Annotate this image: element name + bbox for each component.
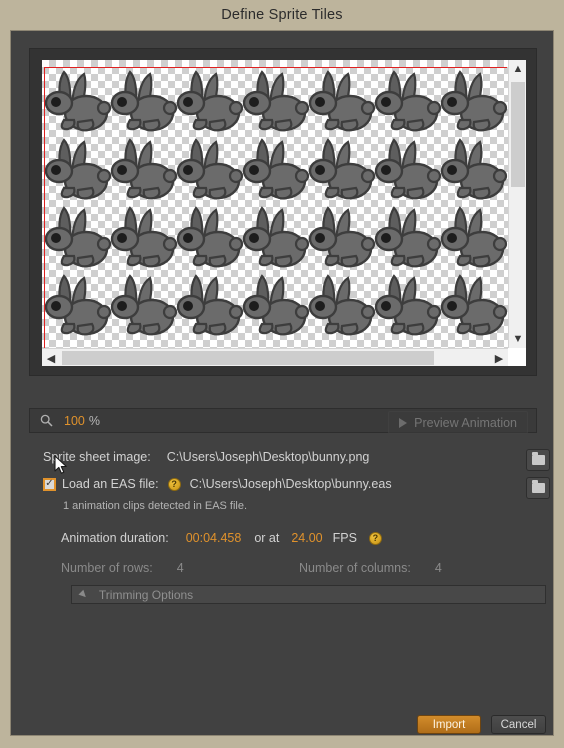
dialog-titlebar: Define Sprite Tiles [0, 0, 564, 30]
browse-sprite-sheet-button[interactable] [526, 449, 550, 471]
eas-help-icon[interactable]: ? [167, 477, 181, 491]
or-at-label: or at [254, 531, 280, 545]
animation-duration-value[interactable]: 00:04.458 [186, 531, 242, 545]
dialog-panel: ▲ ▼ ◀ ▶ 100 % Preview Animation Sprite s… [10, 30, 554, 736]
number-of-columns-value: 4 [434, 561, 442, 575]
number-of-columns-label: Number of columns: [299, 561, 411, 575]
trimming-options-section[interactable]: ▶ Trimming Options [71, 585, 546, 604]
import-button[interactable]: Import [417, 715, 481, 734]
fps-value[interactable]: 24.00 [291, 531, 322, 545]
sprite-canvas[interactable]: ▲ ▼ ◀ ▶ [42, 60, 526, 366]
columns-field-row: Number of columns: 4 [299, 561, 442, 575]
sprite-sheet-path[interactable]: C:\Users\Joseph\Desktop\bunny.png [167, 450, 370, 464]
animation-duration-label: Animation duration: [61, 531, 169, 545]
zoom-toolbar: 100 % Preview Animation [29, 408, 537, 434]
browse-eas-button[interactable] [526, 477, 550, 499]
define-sprite-tiles-dialog: Define Sprite Tiles ▲ ▼ ◀ ▶ 100 % Previe… [0, 0, 564, 748]
sprite-sheet-row: Sprite sheet image: C:\Users\Joseph\Desk… [43, 450, 369, 464]
zoom-percent-label: % [88, 413, 100, 428]
canvas-horizontal-scrollbar[interactable]: ◀ ▶ [42, 348, 508, 366]
scroll-right-icon[interactable]: ▶ [490, 349, 508, 366]
search-icon[interactable] [40, 414, 53, 427]
animation-duration-row: Animation duration: 00:04.458 or at 24.0… [61, 531, 382, 545]
clips-detected-row: 1 animation clips detected in EAS file. [63, 500, 247, 512]
chevron-right-icon[interactable]: ▶ [77, 588, 90, 601]
preview-animation-button[interactable]: Preview Animation [388, 411, 528, 434]
eas-file-path[interactable]: C:\Users\Joseph\Desktop\bunny.eas [190, 477, 392, 491]
scroll-left-icon[interactable]: ◀ [42, 349, 60, 366]
number-of-rows-value: 4 [176, 561, 184, 575]
trimming-options-label: Trimming Options [98, 587, 194, 602]
load-eas-row: ✓ Load an EAS file: ? C:\Users\Joseph\De… [43, 477, 392, 491]
folder-icon [531, 480, 545, 493]
sprite-sheet-image [44, 70, 508, 336]
number-of-rows-label: Number of rows: [61, 561, 153, 575]
vertical-scroll-thumb[interactable] [511, 82, 525, 187]
rows-field-row: Number of rows: 4 [61, 561, 184, 575]
transparency-checkerboard[interactable] [42, 60, 508, 348]
clips-detected-note: 1 animation clips detected in EAS file. [63, 500, 248, 512]
fps-help-icon[interactable]: ? [368, 531, 382, 545]
horizontal-scroll-thumb[interactable] [62, 351, 434, 365]
folder-icon [531, 452, 545, 465]
play-icon [399, 417, 408, 428]
fps-label: FPS [332, 531, 357, 545]
cancel-button[interactable]: Cancel [491, 715, 546, 734]
canvas-vertical-scrollbar[interactable]: ▲ ▼ [508, 60, 526, 348]
scroll-up-icon[interactable]: ▲ [509, 60, 526, 78]
preview-animation-label: Preview Animation [414, 415, 517, 430]
scroll-down-icon[interactable]: ▼ [509, 330, 526, 348]
scrollbar-corner [508, 348, 526, 366]
sprite-preview-frame: ▲ ▼ ◀ ▶ [29, 48, 537, 376]
dialog-title: Define Sprite Tiles [221, 7, 343, 23]
sprite-sheet-label: Sprite sheet image: [43, 450, 151, 464]
load-eas-checkbox[interactable]: ✓ [43, 477, 56, 491]
zoom-level-value[interactable]: 100 [64, 414, 85, 428]
load-eas-label: Load an EAS file: [62, 477, 159, 491]
